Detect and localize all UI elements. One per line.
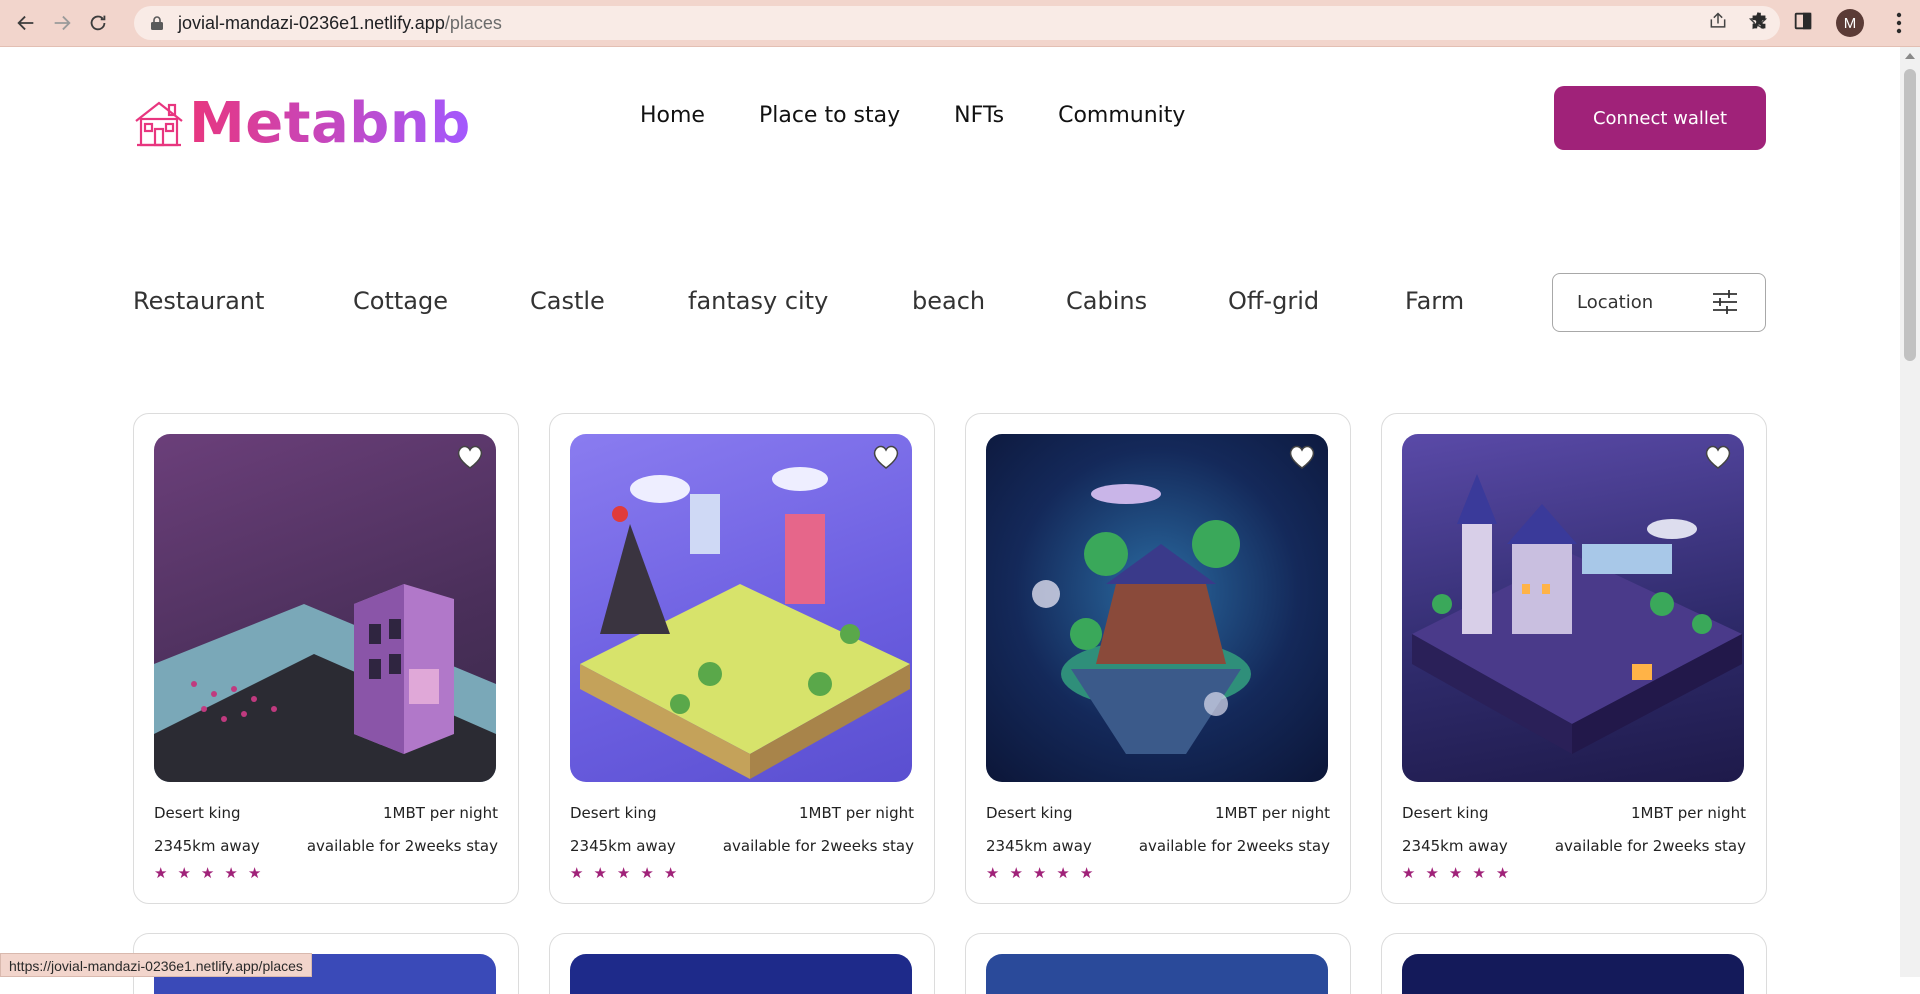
heart-icon[interactable] [872, 444, 900, 470]
nav-home[interactable]: Home [640, 103, 705, 128]
url-text: jovial-mandazi-0236e1.netlify.app/places [178, 12, 502, 33]
category-fantasy-city[interactable]: fantasy city [688, 287, 912, 315]
nav-place-to-stay[interactable]: Place to stay [759, 103, 900, 128]
profile-avatar[interactable]: M [1836, 9, 1864, 37]
listing-distance: 2345km away [1402, 837, 1508, 855]
star-icon: ★ [1079, 864, 1094, 882]
listing-availability: available for 2weeks stay [722, 837, 914, 855]
listing-card[interactable]: Desert king 1MBT per night 2345km away a… [965, 413, 1351, 904]
heart-icon[interactable] [456, 444, 484, 470]
location-label: Location [1577, 292, 1654, 313]
category-castle[interactable]: Castle [530, 287, 688, 315]
more-menu-icon[interactable] [1896, 12, 1902, 38]
star-icon: ★ [1495, 864, 1510, 882]
star-icon: ★ [1425, 864, 1439, 882]
listing-availability: available for 2weeks stay [1138, 837, 1330, 855]
back-icon[interactable] [8, 5, 44, 41]
connect-wallet-button[interactable]: Connect wallet [1554, 86, 1766, 150]
star-icon: ★ [640, 864, 654, 882]
listing-price: 1MBT per night [799, 804, 914, 822]
star-icon: ★ [1402, 864, 1416, 882]
side-panel-icon[interactable] [1792, 10, 1814, 36]
listing-distance: 2345km away [154, 837, 260, 855]
category-off-grid[interactable]: Off-grid [1228, 287, 1405, 315]
star-icon: ★ [177, 864, 191, 882]
star-icon: ★ [663, 864, 678, 882]
page-content: Metabnb Home Place to stay NFTs Communit… [0, 47, 1900, 994]
address-bar[interactable]: jovial-mandazi-0236e1.netlify.app/places [134, 6, 1780, 40]
star-icon: ★ [1032, 864, 1047, 882]
listing-image [986, 954, 1328, 994]
listing-card[interactable]: Desert king 1MBT per night 2345km away a… [133, 413, 519, 904]
listing-card-partial[interactable] [549, 933, 935, 994]
extensions-icon[interactable] [1748, 10, 1770, 36]
category-cabins[interactable]: Cabins [1066, 287, 1228, 315]
page-scrollbar[interactable] [1900, 47, 1920, 977]
house-logo-icon [135, 101, 183, 146]
listing-image [570, 434, 912, 782]
location-filter[interactable]: Location [1552, 273, 1766, 332]
star-icon: ★ [593, 864, 607, 882]
listing-image [1402, 434, 1744, 782]
category-tabs: Restaurant Cottage Castle fantasy city b… [133, 287, 1464, 315]
status-bar-url: https://jovial-mandazi-0236e1.netlify.ap… [0, 953, 312, 977]
listing-title: Desert king [570, 804, 657, 822]
listing-distance: 2345km away [570, 837, 676, 855]
listing-card[interactable]: Desert king 1MBT per night 2345km away a… [549, 413, 935, 904]
star-icon: ★ [986, 864, 1000, 882]
star-icon: ★ [1448, 864, 1463, 882]
forward-icon[interactable] [44, 5, 80, 41]
listing-image [1402, 954, 1744, 994]
heart-icon[interactable] [1704, 444, 1732, 470]
category-beach[interactable]: beach [912, 287, 1066, 315]
nav-nfts[interactable]: NFTs [954, 103, 1004, 128]
listing-distance: 2345km away [986, 837, 1092, 855]
share-icon[interactable] [1708, 11, 1728, 35]
lock-icon [151, 16, 163, 30]
star-icon: ★ [247, 864, 262, 882]
listing-availability: available for 2weeks stay [1554, 837, 1746, 855]
listing-price: 1MBT per night [1631, 804, 1746, 822]
listing-availability: available for 2weeks stay [306, 837, 498, 855]
star-icon: ★ [224, 864, 238, 882]
heart-icon[interactable] [1288, 444, 1316, 470]
star-icon: ★ [616, 864, 631, 882]
rating-stars: ★ ★ ★ ★ ★ [154, 866, 261, 881]
scroll-thumb[interactable] [1904, 69, 1916, 361]
rating-stars: ★ ★ ★ ★ ★ [986, 866, 1093, 881]
listing-image [570, 954, 912, 994]
category-cottage[interactable]: Cottage [353, 287, 530, 315]
listing-image [986, 434, 1328, 782]
star-icon: ★ [1056, 864, 1070, 882]
star-icon: ★ [1472, 864, 1486, 882]
star-icon: ★ [200, 864, 215, 882]
star-icon: ★ [154, 864, 168, 882]
nav-community[interactable]: Community [1058, 103, 1185, 128]
listing-card[interactable]: Desert king 1MBT per night 2345km away a… [1381, 413, 1767, 904]
listing-title: Desert king [1402, 804, 1489, 822]
rating-stars: ★ ★ ★ ★ ★ [570, 866, 677, 881]
logo[interactable]: Metabnb [133, 91, 471, 156]
listing-price: 1MBT per night [383, 804, 498, 822]
rating-stars: ★ ★ ★ ★ ★ [1402, 866, 1509, 881]
star-icon: ★ [570, 864, 584, 882]
listing-image [154, 434, 496, 782]
listing-title: Desert king [154, 804, 241, 822]
scroll-up-arrow[interactable] [1905, 53, 1915, 59]
star-icon: ★ [1009, 864, 1023, 882]
category-restaurant[interactable]: Restaurant [133, 287, 353, 315]
listing-title: Desert king [986, 804, 1073, 822]
listing-card-partial[interactable] [1381, 933, 1767, 994]
reload-icon[interactable] [80, 5, 116, 41]
listing-card-partial[interactable] [965, 933, 1351, 994]
listing-price: 1MBT per night [1215, 804, 1330, 822]
main-nav: Home Place to stay NFTs Community [640, 103, 1185, 128]
logo-text: Metabnb [189, 91, 471, 156]
browser-toolbar: jovial-mandazi-0236e1.netlify.app/places… [0, 0, 1920, 47]
category-farm[interactable]: Farm [1405, 287, 1464, 315]
filter-sliders-icon [1713, 290, 1737, 314]
